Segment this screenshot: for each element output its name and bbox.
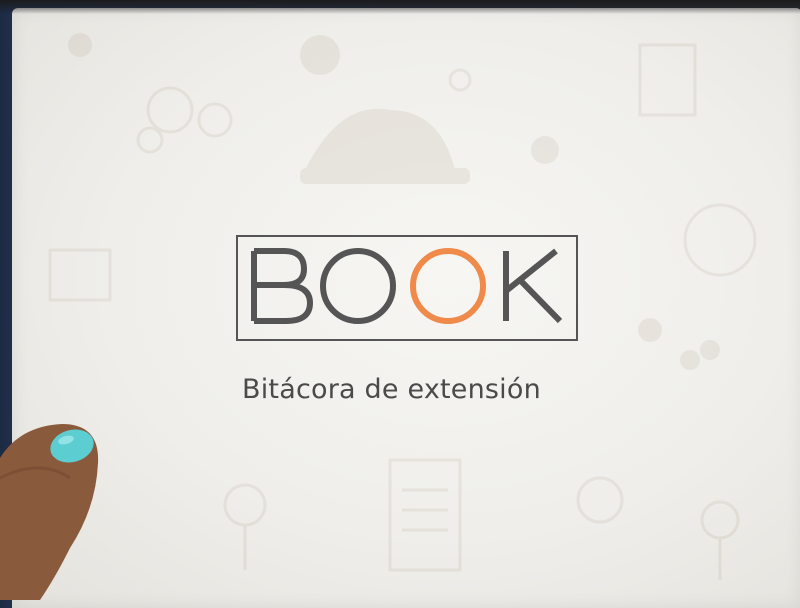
gear-icon	[136, 126, 164, 154]
clapperboard-icon	[638, 43, 697, 117]
chart-icon	[48, 248, 112, 302]
pin-icon	[531, 136, 559, 164]
camera-icon	[448, 68, 472, 92]
mask-icon	[300, 35, 340, 75]
document-icon	[388, 458, 462, 572]
logo-tagline: Bitácora de extensión	[242, 374, 541, 405]
book-logo	[251, 248, 563, 324]
logo-letter-b	[251, 248, 313, 324]
hard-hat-brim	[300, 168, 470, 184]
lightbulb-icon	[683, 203, 757, 277]
tree-icon	[223, 483, 267, 527]
logo-letter-k	[503, 248, 563, 324]
gear-icon	[197, 102, 233, 138]
logo-letter-o-orange	[410, 248, 486, 324]
people-icon	[700, 340, 720, 360]
people-icon	[68, 33, 92, 57]
logo-letter-o-gray	[320, 248, 396, 324]
photo-scene: Bitácora de extensión	[0, 0, 800, 608]
hand-finger	[0, 424, 99, 600]
gear-icon	[146, 86, 194, 134]
tree-icon	[700, 500, 740, 540]
people-icon	[680, 350, 700, 370]
people-icon	[638, 318, 662, 342]
hard-hat-icon	[305, 108, 455, 170]
palette-icon	[576, 476, 624, 524]
